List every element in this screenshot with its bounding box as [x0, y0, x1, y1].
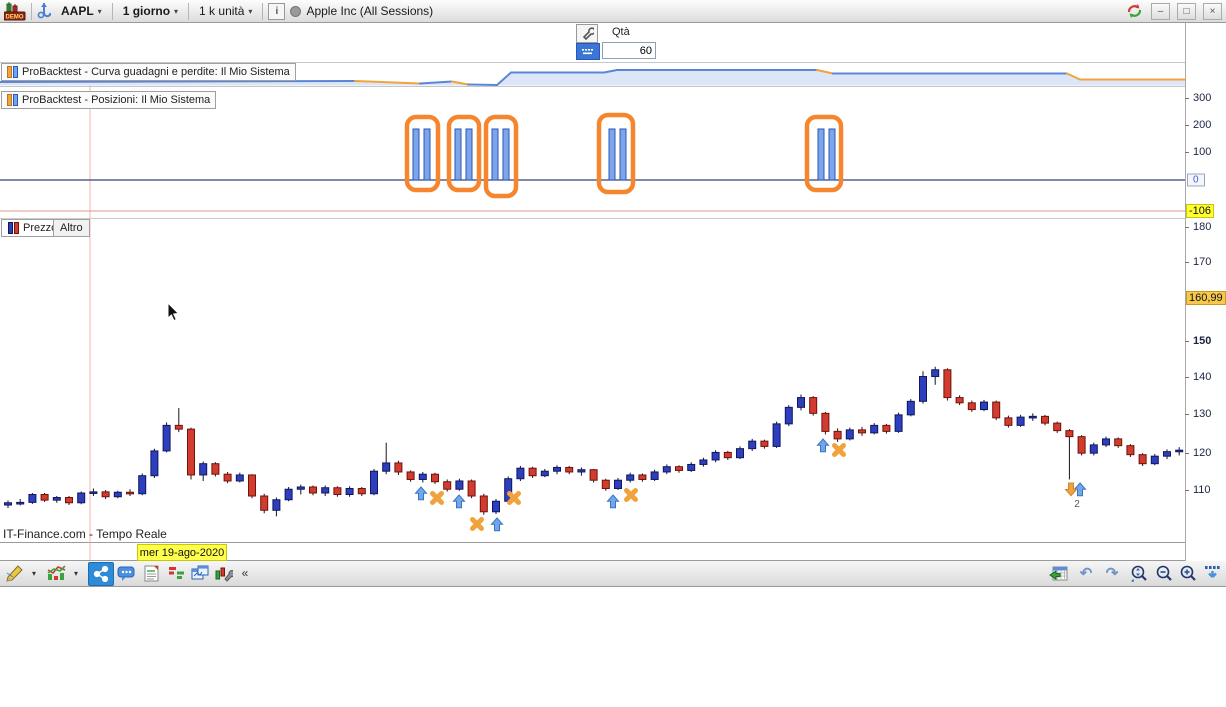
close-button[interactable]: ×	[1203, 2, 1222, 20]
session-status-icon	[290, 5, 302, 17]
symbol-selector[interactable]: AAPL ▾	[56, 3, 107, 19]
positions-pane-tab[interactable]: ProBacktest - Posizioni: Il Mio Sistema	[1, 91, 217, 109]
chevron-down-icon: ▾	[174, 6, 179, 16]
axis-tick	[1185, 414, 1189, 415]
svg-text:DEMO: DEMO	[6, 14, 24, 20]
zoom-range-icon[interactable]	[1126, 562, 1152, 584]
chat-icon[interactable]	[114, 562, 138, 584]
axis-tick-label: 110	[1193, 484, 1211, 496]
axis-tick	[1185, 490, 1189, 491]
maximize-button[interactable]: □	[1177, 2, 1196, 20]
axis-tick-label: 130	[1193, 408, 1212, 420]
divider	[188, 2, 190, 20]
provider-credit: IT-Finance.com - Tempo Reale	[3, 527, 167, 541]
draw-tool-icon[interactable]	[2, 562, 28, 584]
axis-tick	[1185, 377, 1189, 378]
share-icon[interactable]	[88, 562, 114, 586]
keyboard-icon[interactable]	[576, 43, 600, 60]
link-pin-icon[interactable]	[37, 2, 51, 20]
qty-label: Qtà	[612, 26, 630, 38]
session-label: Apple Inc (All Sessions)	[306, 4, 434, 18]
backtest-icon	[7, 66, 18, 78]
zoom-out-icon[interactable]	[1152, 562, 1176, 584]
units-selector[interactable]: 1 k unità ▾	[194, 3, 257, 19]
zoom-in-icon[interactable]	[1176, 562, 1200, 584]
timeframe-selector[interactable]: 1 giorno ▾	[118, 3, 183, 19]
chevron-down-icon: ▾	[97, 6, 102, 16]
goto-date-icon[interactable]	[1046, 562, 1070, 584]
news-icon[interactable]	[140, 562, 164, 584]
top-toolbar: DEMO AAPL ▾ 1 giorno ▾ 1 k unità ▾ i App…	[0, 0, 1226, 23]
minimize-button[interactable]: –	[1151, 2, 1170, 20]
symbol-label: AAPL	[61, 4, 94, 18]
backtest-icon	[7, 94, 18, 106]
axis-tick	[1185, 152, 1189, 153]
axis-tick	[1185, 98, 1189, 99]
backtest-settings-icon[interactable]	[212, 562, 236, 584]
refresh-icon[interactable]	[1125, 2, 1144, 20]
draw-tool-dropdown[interactable]: ▾	[28, 562, 40, 584]
order-settings-button[interactable]	[576, 24, 598, 43]
divider	[111, 2, 113, 20]
wrench-icon	[582, 27, 594, 40]
equity-value-tag: -106	[1186, 204, 1215, 218]
positions-pane-title: ProBacktest - Posizioni: Il Mio Sistema	[22, 94, 211, 106]
qty-input[interactable]	[602, 42, 656, 59]
equity-pane-tab[interactable]: ProBacktest - Curva guadagni e perdite: …	[1, 63, 296, 81]
timeframe-label: 1 giorno	[122, 4, 171, 18]
app-window: DEMO AAPL ▾ 1 giorno ▾ 1 k unità ▾ i App…	[0, 0, 1226, 707]
axis-tick	[1185, 125, 1189, 126]
units-label: 1 k unità	[199, 4, 245, 18]
axis-tick	[1185, 453, 1189, 454]
axis-tick-label: 140	[1193, 371, 1212, 383]
axis-tick-label: 300	[1193, 92, 1212, 104]
redo-icon[interactable]: ↷	[1100, 562, 1124, 584]
indicators-icon[interactable]	[44, 562, 70, 584]
tab-altro-label: Altro	[60, 222, 83, 234]
axis-tick-label: 180	[1193, 221, 1212, 233]
crosshair-date-tag: mer 19-ago-2020	[137, 544, 227, 561]
equity-pane-title: ProBacktest - Curva guadagni e perdite: …	[22, 66, 290, 78]
axis-tick-label: 120	[1193, 447, 1212, 459]
collapse-icon[interactable]: «	[238, 562, 252, 584]
zero-tag: 0	[1187, 173, 1205, 187]
axis-tick	[1185, 262, 1189, 263]
info-icon[interactable]: i	[268, 2, 286, 20]
divider	[262, 2, 264, 20]
undo-icon[interactable]: ↶	[1074, 562, 1098, 584]
svg-text:2: 2	[1074, 499, 1080, 510]
axis-tick-label: 100	[1193, 146, 1212, 158]
orderbook-icon[interactable]	[164, 562, 188, 584]
fit-vertical-icon[interactable]	[1200, 562, 1224, 584]
axis-tick	[1185, 341, 1189, 342]
axis-tick-label: 170	[1193, 256, 1212, 268]
axis-tick-label: 150	[1193, 335, 1212, 347]
axis-tick	[1185, 227, 1189, 228]
tab-altro[interactable]: Altro	[53, 219, 90, 237]
candlestick-icon	[8, 222, 19, 234]
divider	[31, 2, 32, 20]
demo-logo-icon: DEMO	[4, 1, 26, 21]
last-price-tag: 160,99	[1186, 291, 1226, 305]
bottom-toolbar: ▾ ▾ « ◂ ▸ ↶ ↷	[0, 561, 1226, 587]
indicators-dropdown[interactable]: ▾	[70, 562, 82, 584]
axis-tick-label: 200	[1193, 119, 1212, 131]
windows-icon[interactable]	[188, 562, 212, 584]
chevron-down-icon: ▾	[248, 6, 253, 16]
